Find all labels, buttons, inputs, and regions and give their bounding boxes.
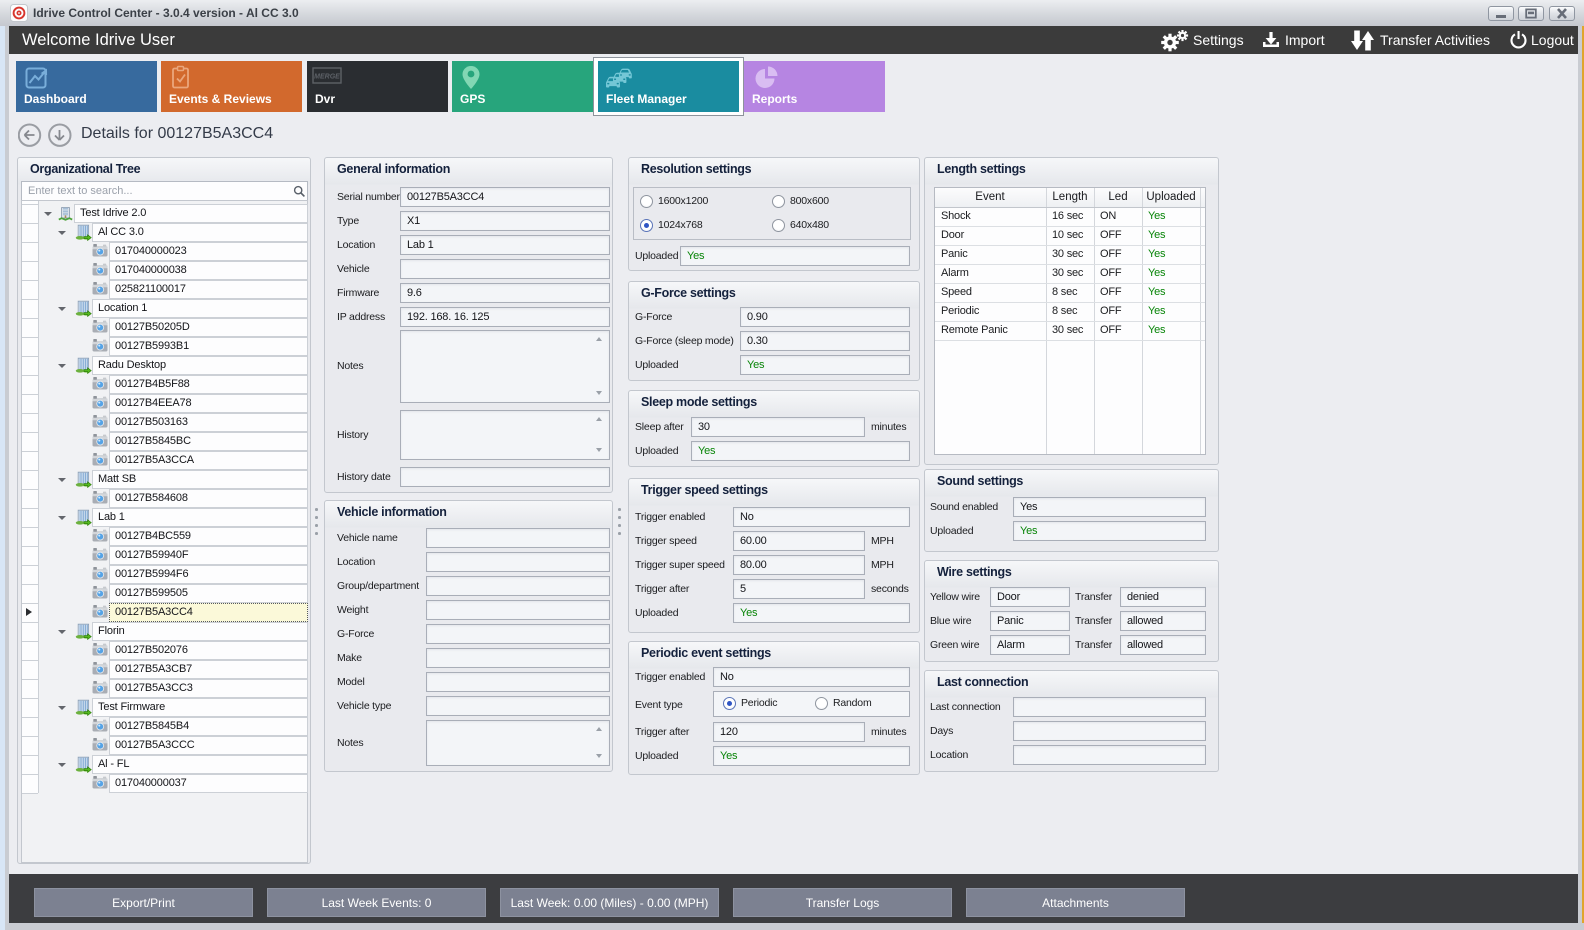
svg-text:MERGE: MERGE bbox=[314, 74, 340, 81]
